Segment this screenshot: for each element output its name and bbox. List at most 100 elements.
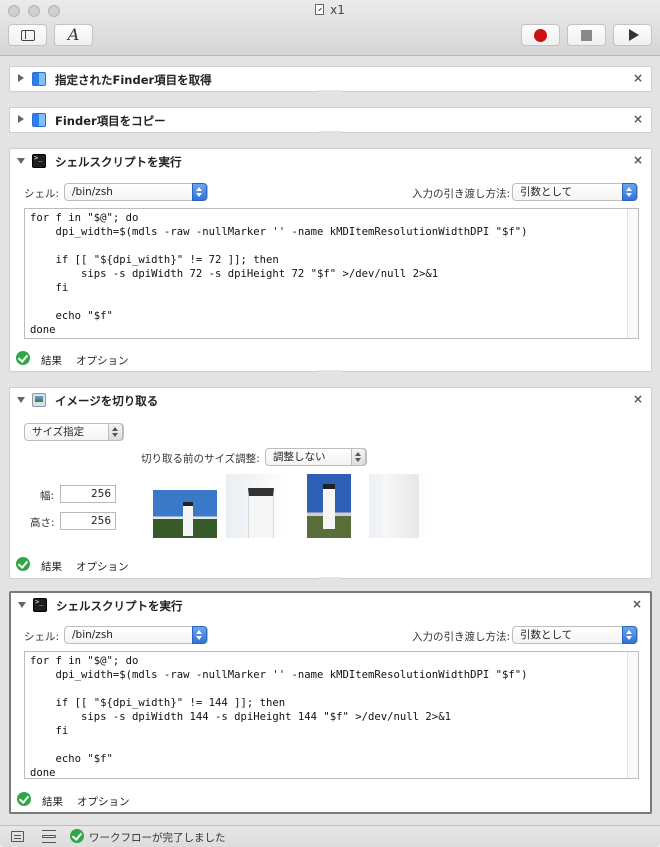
action-title: イメージを切り取る [55, 394, 159, 408]
scrollbar[interactable] [627, 209, 638, 338]
results-button[interactable]: 結果 [42, 794, 63, 809]
results-button[interactable]: 結果 [41, 559, 62, 574]
workflow-area: 指定されたFinder項目を取得 × Finder項目をコピー × シェルスクリ… [0, 56, 660, 825]
shell-value: /bin/zsh [72, 629, 113, 641]
record-icon [534, 28, 547, 42]
script-text: for f in "$@"; do dpi_width=$(mdls -raw … [30, 212, 528, 336]
close-icon[interactable]: × [633, 71, 643, 85]
pass-input-label: 入力の引き渡し方法: [412, 188, 511, 200]
action-connector [318, 90, 342, 106]
shell-value: /bin/zsh [72, 186, 113, 198]
terminal-icon [33, 598, 47, 612]
action-header: シェルスクリプトを実行 × [10, 149, 651, 173]
action-footer: 結果 オプション [11, 789, 650, 811]
action-connector [318, 131, 342, 147]
options-button[interactable]: オプション [76, 559, 129, 574]
library-toggle-button[interactable] [8, 24, 47, 46]
pass-input-popup[interactable]: 引数として [512, 626, 638, 644]
pass-input-value: 引数として [520, 186, 573, 198]
crop-mode-value: サイズ指定 [32, 426, 85, 438]
preview-image [369, 474, 433, 538]
action-header: イメージを切り取る × [10, 388, 651, 412]
sidebar-icon [20, 29, 35, 41]
scrollbar[interactable] [627, 652, 638, 778]
results-button[interactable]: 結果 [41, 353, 62, 368]
stop-button[interactable] [567, 24, 606, 46]
status-bar: ワークフローが完了しました [0, 825, 660, 847]
success-check-icon [16, 351, 30, 365]
options-button[interactable]: オプション [77, 794, 130, 809]
action-copy-finder-items[interactable]: Finder項目をコピー × [9, 107, 652, 133]
disclosure-triangle-icon[interactable] [18, 602, 26, 608]
height-field[interactable]: 256 [60, 512, 116, 530]
window-title-text: x1 [330, 3, 345, 17]
close-icon[interactable]: × [633, 153, 643, 167]
variables-toggle-button[interactable]: A [54, 24, 93, 46]
popup-arrows-icon [192, 626, 207, 644]
disclosure-triangle-icon[interactable] [17, 158, 25, 164]
variables-list-icon[interactable] [42, 830, 56, 843]
action-crop-images[interactable]: イメージを切り取る × サイズ指定 切り取る前のサイズ調整: 調整しない 幅: … [9, 387, 652, 579]
pass-input-popup[interactable]: 引数として [512, 183, 638, 201]
popup-arrows-icon [192, 183, 207, 201]
action-title: シェルスクリプトを実行 [56, 599, 183, 613]
preview-image [153, 490, 217, 538]
action-header: シェルスクリプトを実行 × [11, 593, 650, 617]
window-title: x1 [0, 3, 660, 17]
close-icon[interactable]: × [633, 392, 643, 406]
shell-label: シェル: [24, 631, 60, 643]
run-button[interactable] [613, 24, 652, 46]
action-header: 指定されたFinder項目を取得 × [10, 67, 651, 91]
script-editor[interactable]: for f in "$@"; do dpi_width=$(mdls -raw … [24, 651, 639, 779]
action-header: Finder項目をコピー × [10, 108, 651, 132]
document-icon [315, 4, 325, 15]
crop-mode-popup[interactable]: サイズ指定 [24, 423, 124, 441]
action-footer: 結果 オプション [10, 554, 651, 576]
preview-image [226, 474, 290, 538]
popup-arrows-icon [108, 423, 123, 441]
action-footer: 結果 オプション [10, 348, 651, 370]
action-title: Finder項目をコピー [55, 114, 166, 128]
disclosure-triangle-icon[interactable] [18, 115, 24, 123]
workflow-complete-icon [70, 829, 84, 843]
log-list-icon[interactable] [11, 831, 24, 842]
play-icon [628, 29, 639, 41]
script-text: for f in "$@"; do dpi_width=$(mdls -raw … [30, 655, 528, 779]
success-check-icon [17, 792, 31, 806]
script-editor[interactable]: for f in "$@"; do dpi_width=$(mdls -raw … [24, 208, 639, 339]
scale-popup[interactable]: 調整しない [265, 448, 367, 466]
record-button[interactable] [521, 24, 560, 46]
disclosure-triangle-icon[interactable] [17, 397, 25, 403]
action-title: 指定されたFinder項目を取得 [55, 73, 212, 87]
action-get-finder-items[interactable]: 指定されたFinder項目を取得 × [9, 66, 652, 92]
shell-popup[interactable]: /bin/zsh [64, 183, 208, 201]
disclosure-triangle-icon[interactable] [18, 74, 24, 82]
status-message: ワークフローが完了しました [89, 832, 226, 844]
shell-label: シェル: [24, 188, 60, 200]
width-label: 幅: [40, 490, 55, 502]
action-run-shell-script-1[interactable]: シェルスクリプトを実行 × シェル: /bin/zsh 入力の引き渡し方法: 引… [9, 148, 652, 372]
pass-input-label: 入力の引き渡し方法: [412, 631, 511, 643]
scale-before-crop-label: 切り取る前のサイズ調整: [141, 453, 260, 465]
close-icon[interactable]: × [633, 112, 643, 126]
scale-value: 調整しない [273, 451, 326, 463]
automator-window: x1 A 指定されたFinder項目を取得 × Finder項目をコピー × >… [0, 0, 660, 847]
popup-arrows-icon [622, 626, 637, 644]
action-connector [318, 370, 342, 386]
finder-icon [32, 113, 46, 127]
terminal-icon [32, 154, 46, 168]
crop-image-icon [32, 393, 46, 407]
close-icon[interactable]: × [632, 597, 642, 611]
action-run-shell-script-2[interactable]: シェルスクリプトを実行 × シェル: /bin/zsh 入力の引き渡し方法: 引… [9, 591, 652, 814]
success-check-icon [16, 557, 30, 571]
shell-popup[interactable]: /bin/zsh [64, 626, 208, 644]
italic-a-icon: A [67, 25, 80, 44]
title-bar: x1 A [0, 0, 660, 56]
action-title: シェルスクリプトを実行 [55, 155, 182, 169]
height-label: 高さ: [30, 517, 55, 529]
stop-icon [581, 29, 592, 41]
popup-arrows-icon [351, 448, 366, 466]
options-button[interactable]: オプション [76, 353, 129, 368]
width-field[interactable]: 256 [60, 485, 116, 503]
finder-icon [32, 72, 46, 86]
